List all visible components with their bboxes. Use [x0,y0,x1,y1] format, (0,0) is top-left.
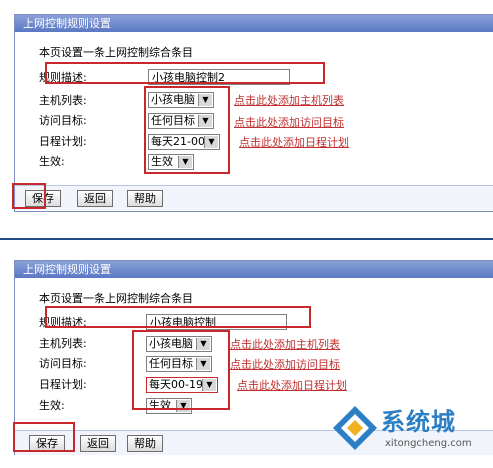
panel-intro: 本页设置一条上网控制综合条目 [39,46,193,59]
schedule-label: 日程计划: [39,135,87,148]
rule-desc-input[interactable]: 小孩电脑控制2 [148,69,290,85]
panel-title: 上网控制规则设置 [15,15,493,32]
host-list-select[interactable]: 小孩电脑 ▼ [146,336,212,352]
schedule-value: 每天21-00 [151,135,205,148]
chevron-down-icon[interactable]: ▼ [196,358,210,370]
host-list-select[interactable]: 小孩电脑 ▼ [148,92,214,108]
chevron-down-icon[interactable]: ▼ [196,338,210,350]
watermark-title: 系统城 [381,408,456,436]
panel-intro: 本页设置一条上网控制综合条目 [39,292,193,305]
back-button[interactable]: 返回 [80,435,116,452]
access-target-label: 访问目标: [39,114,87,127]
help-button[interactable]: 帮助 [127,190,163,207]
effect-label: 生效: [39,399,65,412]
effect-select[interactable]: 生效 ▼ [148,154,194,170]
add-host-list-link[interactable]: 点击此处添加主机列表 [230,336,340,352]
chevron-down-icon[interactable]: ▼ [198,94,212,106]
rule-desc-input[interactable]: 小孩电脑控制 [146,314,287,330]
add-host-list-link[interactable]: 点击此处添加主机列表 [234,92,344,108]
schedule-label: 日程计划: [39,378,87,391]
schedule-select[interactable]: 每天00-19 ▼ [146,377,218,393]
effect-value: 生效 [151,155,173,168]
section-divider [0,238,493,240]
access-target-value: 任何目标 [149,357,193,370]
host-list-value: 小孩电脑 [149,337,193,350]
save-button[interactable]: 保存 [25,190,61,207]
add-access-target-link[interactable]: 点击此处添加访问目标 [230,356,340,372]
panel-body: 本页设置一条上网控制综合条目 规则描述: 小孩电脑控制2 主机列表: 小孩电脑 … [15,32,493,211]
access-target-select[interactable]: 任何目标 ▼ [146,356,212,372]
site-watermark: 系统城 xitongcheng.com [329,400,489,462]
effect-value: 生效 [149,399,171,412]
effect-select[interactable]: 生效 ▼ [146,398,192,414]
effect-label: 生效: [39,155,65,168]
host-list-label: 主机列表: [39,337,87,350]
schedule-select[interactable]: 每天21-00 ▼ [148,134,220,150]
watermark-url: xitongcheng.com [385,438,472,449]
access-target-select[interactable]: 任何目标 ▼ [148,113,214,129]
access-target-value: 任何目标 [151,114,195,127]
add-schedule-link[interactable]: 点击此处添加日程计划 [239,134,349,150]
schedule-value: 每天00-19 [149,378,203,391]
host-list-value: 小孩电脑 [151,93,195,106]
button-bar: 保存 返回 帮助 [15,185,493,210]
chevron-down-icon[interactable]: ▼ [202,379,216,391]
chevron-down-icon[interactable]: ▼ [178,156,192,168]
chevron-down-icon[interactable]: ▼ [176,400,190,412]
diamond-logo-icon [333,406,377,450]
panel-title: 上网控制规则设置 [15,261,493,278]
rule-desc-label: 规则描述: [39,316,87,329]
host-list-label: 主机列表: [39,94,87,107]
add-schedule-link[interactable]: 点击此处添加日程计划 [237,377,347,393]
chevron-down-icon[interactable]: ▼ [204,136,218,148]
rule-desc-label: 规则描述: [39,71,87,84]
chevron-down-icon[interactable]: ▼ [198,115,212,127]
rule-settings-panel-1: 上网控制规则设置 本页设置一条上网控制综合条目 规则描述: 小孩电脑控制2 主机… [14,14,493,212]
back-button[interactable]: 返回 [77,190,113,207]
save-button[interactable]: 保存 [29,435,65,452]
access-target-label: 访问目标: [39,357,87,370]
help-button[interactable]: 帮助 [127,435,163,452]
add-access-target-link[interactable]: 点击此处添加访问目标 [234,114,344,130]
